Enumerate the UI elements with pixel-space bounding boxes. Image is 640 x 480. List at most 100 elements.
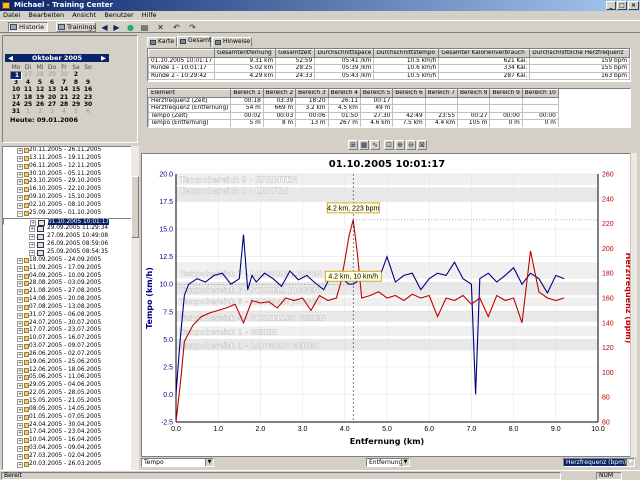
week-item[interactable]: +11.09.2005 - 17.09.2005 <box>3 265 137 273</box>
expand-icon[interactable]: + <box>17 336 23 343</box>
column-header[interactable]: Durchschnittliche Herzfrequenz <box>529 49 630 58</box>
column-header[interactable]: Gesamter Kalorienverbrauch <box>438 49 531 58</box>
column-header[interactable] <box>148 49 216 58</box>
expand-icon[interactable]: + <box>17 171 23 178</box>
calendar-day[interactable]: 28 <box>34 71 46 78</box>
expand-icon[interactable]: + <box>17 351 23 358</box>
table-row[interactable]: Tempo (Entfernung) 5 m8 m 13 m 267 m 4.6 km 7… <box>148 119 559 127</box>
expand-icon[interactable]: + <box>17 406 23 413</box>
week-item[interactable]: +01.05.2005 - 07.05.2005 <box>3 414 137 422</box>
table-row[interactable]: Herzfrequenz (Entfernung) 54 m 669 m 3.2 km… <box>148 104 559 113</box>
column-header[interactable]: Gesamtentfernung <box>214 49 277 58</box>
calendar-day[interactable]: 21 <box>58 94 70 101</box>
week-item[interactable]: +29.05.2005 - 04.06.2005 <box>3 382 137 390</box>
calendar-day[interactable]: 29 <box>46 71 58 78</box>
column-header[interactable]: Bereich 6 <box>392 89 426 98</box>
week-item[interactable]: +17.07.2005 - 23.07.2005 <box>3 327 137 335</box>
chart-split-icon[interactable]: ▦ <box>359 140 369 150</box>
calendar-day[interactable]: 6 <box>82 108 94 115</box>
expand-icon[interactable]: + <box>17 265 23 272</box>
calendar-day[interactable]: 2 <box>34 108 46 115</box>
week-item[interactable]: +26.06.2005 - 02.07.2005 <box>3 351 137 359</box>
column-header[interactable]: Bereich 1 <box>230 89 264 98</box>
calendar-day[interactable]: 6 <box>46 79 58 86</box>
today-label[interactable]: Heute: 09.01.2006 <box>10 116 118 124</box>
trainings-tab-button[interactable]: Trainings <box>56 22 96 32</box>
expand-icon[interactable]: + <box>17 383 23 390</box>
expand-icon[interactable]: + <box>17 344 23 351</box>
calendar-day[interactable]: 10 <box>10 86 22 93</box>
week-item[interactable]: +02.10.2005 - 08.10.2005 <box>3 202 137 210</box>
expand-icon[interactable]: + <box>17 304 23 311</box>
week-item[interactable]: +09.10.2005 - 15.10.2005 <box>3 194 137 202</box>
expand-icon[interactable]: + <box>17 195 23 202</box>
column-header[interactable]: Bereich 5 <box>359 89 394 98</box>
tab-hinweise[interactable]: Hinweise <box>212 37 252 47</box>
week-item[interactable]: +24.07.2005 - 30.07.2005 <box>3 320 137 328</box>
week-item[interactable]: +14.08.2005 - 20.08.2005 <box>3 296 137 304</box>
tree-scrollbar[interactable] <box>131 146 139 470</box>
calendar-day[interactable]: 27 <box>22 71 34 78</box>
calendar-day[interactable]: 31 <box>10 108 22 115</box>
week-item[interactable]: +23.10.2005 - 29.10.2005 <box>3 178 137 186</box>
prev-month-icon[interactable]: ◀ <box>8 54 13 62</box>
expand-icon[interactable]: + <box>17 414 23 421</box>
scroll-thumb[interactable] <box>131 176 139 238</box>
expand-icon[interactable]: + <box>17 367 23 374</box>
undo-icon[interactable]: ↶ <box>172 23 181 32</box>
week-item[interactable]: +13.11.2005 - 19.11.2005 <box>3 155 137 163</box>
week-item[interactable]: +08.05.2005 - 14.05.2005 <box>3 406 137 414</box>
maximize-button[interactable]: □ <box>617 1 627 10</box>
collapse-icon[interactable]: − <box>17 210 23 217</box>
week-item[interactable]: +18.09.2005 - 24.09.2005 <box>3 257 137 265</box>
week-item[interactable]: +03.04.2005 - 09.04.2005 <box>3 445 137 453</box>
expand-icon[interactable]: + <box>17 187 23 194</box>
week-item[interactable]: +17.04.2005 - 23.04.2005 <box>3 429 137 437</box>
column-header[interactable]: Bereich 9 <box>489 89 523 98</box>
expand-icon[interactable]: + <box>17 320 23 327</box>
week-item[interactable]: +28.08.2005 - 03.09.2005 <box>3 280 137 288</box>
calendar-day[interactable]: 12 <box>34 86 46 93</box>
calendar-day[interactable]: 14 <box>58 86 70 93</box>
calendar-day[interactable]: 18 <box>22 94 34 101</box>
column-header[interactable]: Bereich 3 <box>295 89 329 98</box>
zoom-in-icon[interactable]: ⊕ <box>395 140 405 150</box>
tab-karte[interactable]: Karte <box>147 37 177 47</box>
calendar-day[interactable]: 28 <box>58 101 70 108</box>
expand-icon[interactable]: + <box>17 289 23 296</box>
column-header[interactable]: Durchschnittspace <box>314 49 375 58</box>
calendar-day[interactable]: 3 <box>46 108 58 115</box>
calendar-day[interactable]: 9 <box>82 79 94 86</box>
week-item[interactable]: +05.06.2005 - 11.06.2005 <box>3 374 137 382</box>
zoom-out-icon[interactable]: ⊖ <box>406 140 416 150</box>
expand-icon[interactable]: + <box>17 257 23 264</box>
column-header[interactable]: Gesamtzeit <box>275 49 316 58</box>
training-item[interactable]: +26.09.2005 08:59:06 <box>3 241 137 249</box>
column-header[interactable]: Bereich 10 <box>521 89 559 98</box>
menu-hilfe[interactable]: Hilfe <box>139 11 160 19</box>
zoom-reset-icon[interactable]: ⊠ <box>417 140 427 150</box>
expand-icon[interactable]: + <box>17 312 23 319</box>
week-item[interactable]: +30.10.2005 - 05.11.2005 <box>3 171 137 179</box>
calendar-day[interactable]: 15 <box>70 86 82 93</box>
chart-line-icon[interactable]: ∿ <box>370 140 380 150</box>
calendar-day[interactable]: 25 <box>22 101 34 108</box>
column-header[interactable]: Bereich 2 <box>262 89 297 98</box>
left-axis-select[interactable]: Tempo ▼ <box>141 458 214 467</box>
week-item[interactable]: +06.11.2005 - 12.11.2005 <box>3 163 137 171</box>
expand-icon[interactable]: + <box>17 163 23 170</box>
column-header[interactable]: Bereich 4 <box>327 89 361 98</box>
week-item[interactable]: +03.07.2005 - 09.07.2005 <box>3 343 137 351</box>
expand-icon[interactable]: + <box>17 359 23 366</box>
expand-icon[interactable]: + <box>17 430 23 437</box>
calendar-day[interactable]: 1 <box>22 108 34 115</box>
expand-icon[interactable]: + <box>17 273 23 280</box>
expand-icon[interactable]: + <box>17 328 23 335</box>
zoom-fit-icon[interactable]: ⊡ <box>384 140 394 150</box>
expand-icon[interactable]: + <box>17 148 23 154</box>
week-item[interactable]: +16.10.2005 - 22.10.2005 <box>3 186 137 194</box>
menu-datei[interactable]: Datei <box>0 11 23 19</box>
calendar-day[interactable]: 16 <box>82 86 94 93</box>
week-item[interactable]: +04.09.2005 - 10.09.2005 <box>3 273 137 281</box>
calendar-day[interactable]: 4 <box>22 79 34 86</box>
